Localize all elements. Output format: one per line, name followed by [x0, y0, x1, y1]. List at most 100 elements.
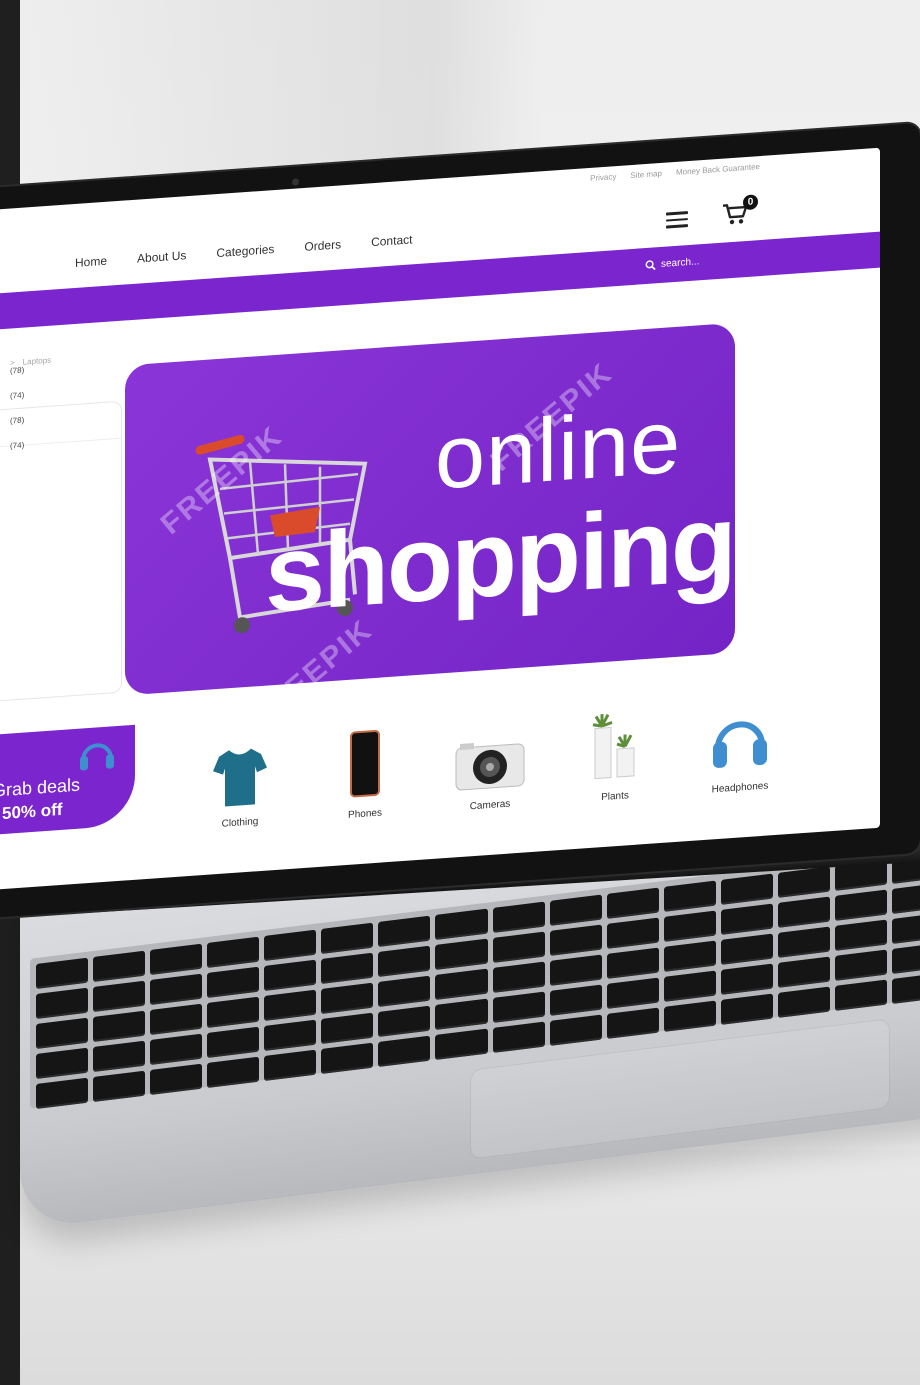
- keyboard-key: [834, 889, 887, 921]
- keyboard-key: [720, 903, 773, 935]
- webcam: [292, 178, 299, 186]
- keyboard-key: [606, 977, 659, 1009]
- keyboard-key: [321, 1042, 374, 1075]
- cart-button[interactable]: 0: [722, 194, 758, 231]
- search-placeholder: search...: [661, 255, 700, 270]
- keyboard-key: [36, 1077, 89, 1110]
- keyboard-key: [435, 1028, 488, 1060]
- keyboard-key: [36, 1047, 89, 1080]
- deals-line-2: 50% off: [2, 799, 63, 824]
- privacy-link[interactable]: Privacy: [590, 172, 616, 183]
- nav-home[interactable]: Home: [75, 254, 107, 270]
- keyboard-key: [606, 947, 659, 979]
- laptop-screen: Privacy Site map Money Back Guarantee Ho…: [0, 147, 880, 892]
- keyboard-key: [378, 1005, 431, 1037]
- keyboard-key: [207, 1026, 260, 1059]
- keyboard-key: [93, 1070, 146, 1103]
- filter-count[interactable]: (74): [10, 433, 24, 459]
- keyboard-key: [720, 933, 773, 965]
- filter-count[interactable]: (78): [10, 408, 24, 434]
- category-label: Plants: [601, 790, 629, 804]
- keyboard-key: [93, 1040, 146, 1073]
- keyboard-key: [36, 957, 89, 990]
- keyboard-key: [777, 986, 830, 1018]
- keyboard-key: [492, 931, 545, 963]
- breadcrumb-current[interactable]: Laptops: [23, 356, 51, 367]
- laptop-lid: Privacy Site map Money Back Guarantee Ho…: [0, 122, 920, 921]
- keyboard-key: [321, 1012, 374, 1045]
- keyboard-key: [663, 940, 716, 972]
- keyboard-key: [264, 929, 317, 962]
- tshirt-icon: [213, 748, 267, 807]
- keyboard-key: [207, 996, 260, 1029]
- keyboard-key: [549, 894, 602, 926]
- headphones-icon: [80, 743, 114, 771]
- keyboard-key: [492, 991, 545, 1023]
- keyboard-key: [606, 1007, 659, 1039]
- nav-orders[interactable]: Orders: [304, 237, 341, 254]
- hamburger-icon[interactable]: [666, 211, 688, 229]
- filter-count[interactable]: (78): [10, 358, 24, 384]
- keyboard-key: [777, 896, 830, 928]
- keyboard-key: [663, 970, 716, 1002]
- keyboard-key: [492, 901, 545, 933]
- site-map-link[interactable]: Site map: [630, 169, 662, 180]
- filter-counts: (78) (74) (78) (74): [10, 358, 24, 459]
- keyboard-key: [321, 922, 374, 955]
- keyboard-key: [207, 966, 260, 999]
- nav-categories[interactable]: Categories: [216, 242, 274, 260]
- keyboard-key: [207, 936, 260, 969]
- keyboard-key: [36, 1017, 89, 1050]
- search-input[interactable]: search...: [645, 248, 765, 274]
- hero-title-shopping: shopping: [265, 480, 735, 635]
- money-back-link[interactable]: Money Back Guarantee: [676, 162, 760, 177]
- keyboard-key: [606, 887, 659, 919]
- keyboard-key: [663, 910, 716, 942]
- utility-links: Privacy Site map Money Back Guarantee: [590, 162, 760, 183]
- category-row: Clothing Phones Cameras Plants Headphone…: [190, 694, 790, 846]
- nav-about-us[interactable]: About Us: [137, 248, 186, 265]
- category-phones[interactable]: Phones: [315, 720, 415, 837]
- hero-banner[interactable]: online shopping: [125, 322, 735, 696]
- category-plants[interactable]: Plants: [565, 703, 665, 820]
- nav-contact[interactable]: Contact: [371, 232, 412, 249]
- deals-line-1: Grab deals: [0, 774, 81, 801]
- keyboard-key: [549, 954, 602, 986]
- keyboard-key: [36, 987, 89, 1020]
- keyboard-key: [720, 873, 773, 905]
- keyboard-key: [93, 1010, 146, 1043]
- keyboard-key: [834, 979, 887, 1011]
- keyboard-key: [777, 926, 830, 958]
- filter-count[interactable]: (74): [10, 383, 24, 409]
- plant-icon: [592, 714, 635, 780]
- keyboard-key: [663, 880, 716, 912]
- keyboard-key: [549, 924, 602, 956]
- category-clothing[interactable]: Clothing: [190, 729, 290, 846]
- phone-icon: [350, 729, 380, 798]
- keyboard-key: [378, 975, 431, 1007]
- keyboard-key: [891, 912, 920, 944]
- keyboard-key: [150, 973, 203, 1006]
- keyboard-key: [891, 942, 920, 974]
- category-label: Cameras: [469, 798, 511, 813]
- keyboard-key: [606, 917, 659, 949]
- keyboard-key: [378, 915, 431, 947]
- deals-banner[interactable]: Grab deals 50% off: [0, 724, 135, 837]
- keyboard-key: [321, 952, 374, 985]
- keyboard-key: [264, 989, 317, 1022]
- keyboard-key: [150, 1003, 203, 1036]
- category-headphones[interactable]: Headphones: [690, 694, 790, 811]
- keyboard-key: [720, 963, 773, 995]
- category-cameras[interactable]: Cameras: [440, 711, 540, 828]
- category-label: Phones: [348, 807, 382, 821]
- keyboard-key: [777, 956, 830, 988]
- search-bar-strip: search...: [0, 231, 880, 332]
- keyboard-key: [93, 950, 146, 983]
- keyboard-key: [150, 1063, 203, 1096]
- keyboard-key: [378, 945, 431, 977]
- keyboard-key: [435, 968, 488, 1000]
- keyboard-key: [834, 949, 887, 981]
- keyboard-key: [492, 1021, 545, 1053]
- keyboard-key: [492, 961, 545, 993]
- category-label: Headphones: [711, 780, 769, 796]
